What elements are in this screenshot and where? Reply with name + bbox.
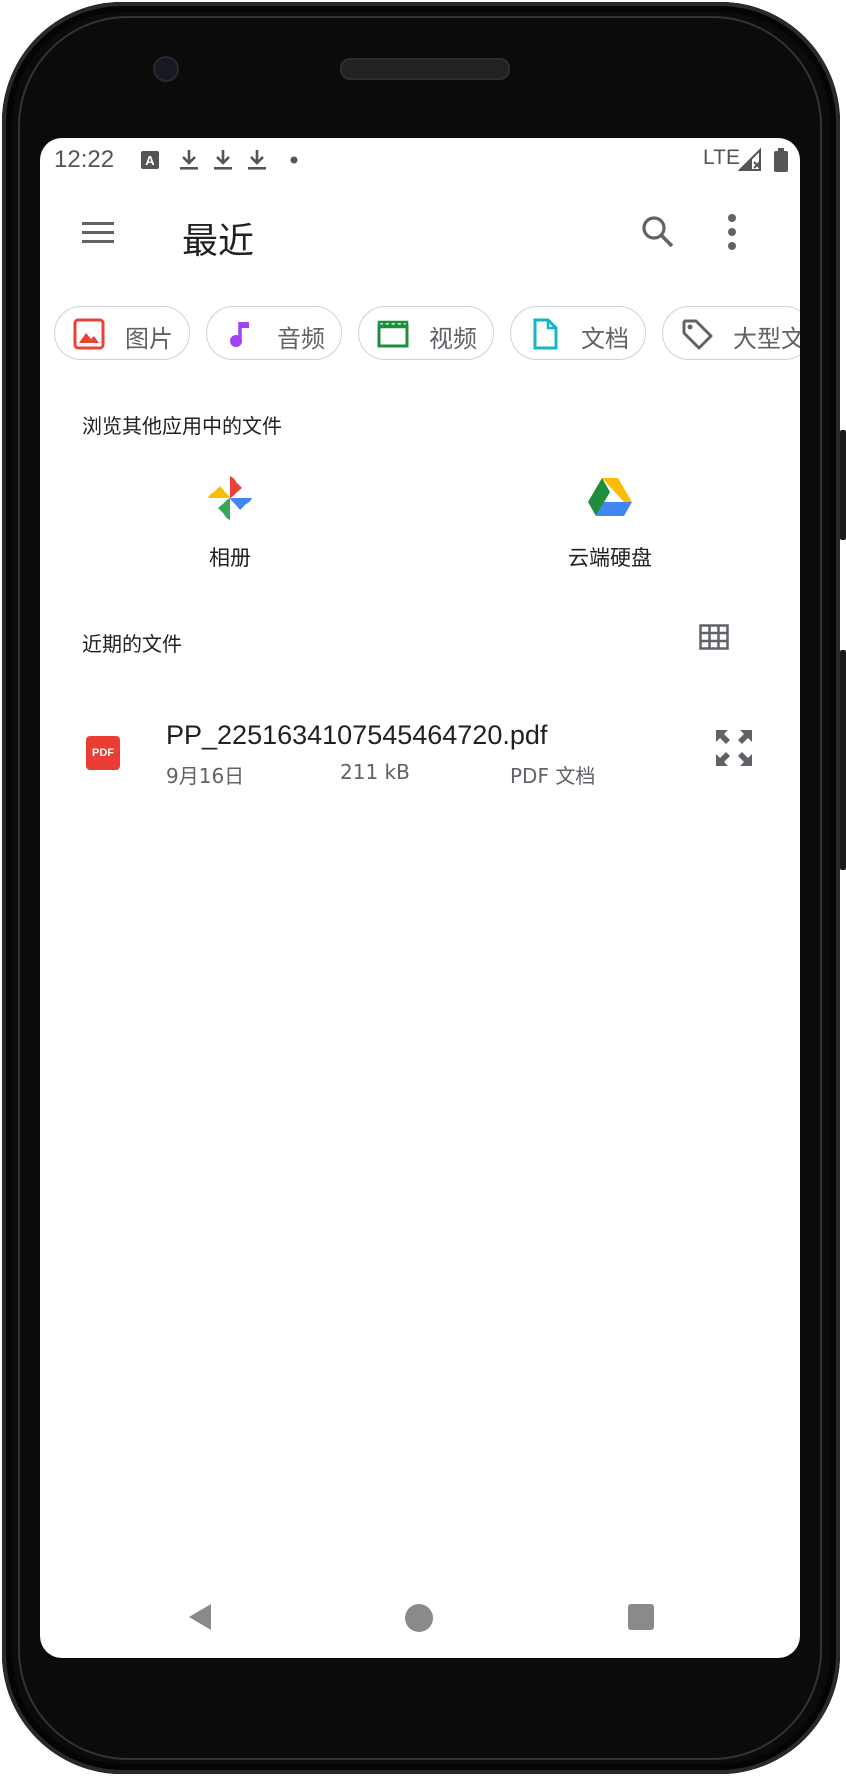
navigation-bar [40,1578,800,1658]
status-bar: 12:22 A LTE [40,138,800,182]
drive-app-tile[interactable]: 云端硬盘 [510,472,710,572]
music-note-icon [225,318,257,350]
pdf-file-icon: PDF [86,736,120,770]
download-icon [244,146,270,174]
file-type: PDF 文档 [510,764,596,788]
chip-label: 图片 [125,325,173,353]
google-photos-icon [204,472,256,524]
chip-documents[interactable]: 文档 [510,306,646,360]
photos-app-tile[interactable]: 相册 [130,472,330,572]
more-options-icon[interactable] [726,212,738,252]
status-time: 12:22 [54,146,115,173]
svg-text:A: A [145,153,155,168]
chip-video[interactable]: 视频 [358,306,494,360]
recent-apps-icon[interactable] [628,1604,654,1630]
image-icon [73,318,105,350]
app-label: 相册 [209,546,251,570]
tag-icon [681,318,713,350]
grid-view-icon[interactable] [699,624,729,650]
google-drive-icon [584,472,636,524]
signal-icon [737,146,764,174]
chip-images[interactable]: 图片 [54,306,190,360]
video-icon [377,318,409,350]
browse-section-title: 浏览其他应用中的文件 [82,414,282,438]
screen: 12:22 A LTE 最近 图片 音频 视频 文档 大型文 浏览其他应用中的文… [40,138,800,1658]
file-date: 9月16日 [166,764,245,788]
recent-section-title: 近期的文件 [82,632,182,656]
file-name: PP_2251634107545464720.pdf [166,720,548,750]
menu-icon[interactable] [80,218,116,248]
front-camera [153,56,179,82]
category-chips: 图片 音频 视频 文档 大型文 [54,306,800,364]
file-row[interactable]: PDF PP_2251634107545464720.pdf 9月16日 211… [40,706,800,806]
battery-icon [768,146,794,174]
earpiece-speaker [340,58,510,80]
expand-preview-icon[interactable] [712,726,756,770]
phone-frame: 12:22 A LTE 最近 图片 音频 视频 文档 大型文 浏览其他应用中的文… [0,0,846,1778]
volume-button [840,650,846,870]
font-icon: A [138,146,164,174]
file-size: 211 kB [340,760,410,784]
app-label: 云端硬盘 [568,546,652,570]
power-button [840,430,846,540]
app-bar: 最近 [40,182,800,282]
chip-label: 文档 [581,325,629,353]
document-icon [529,318,561,350]
chip-label: 大型文件 [733,325,800,353]
search-icon[interactable] [640,214,676,250]
chip-large-files[interactable]: 大型文件 [662,306,800,360]
network-type: LTE [703,146,740,169]
dot-icon [286,146,312,174]
back-icon[interactable] [185,1602,215,1632]
chip-audio[interactable]: 音频 [206,306,342,360]
download-icon [176,146,202,174]
page-title: 最近 [182,221,255,262]
download-icon [210,146,236,174]
home-icon[interactable] [405,1604,433,1632]
chip-label: 音频 [277,325,325,353]
chip-label: 视频 [429,325,477,353]
